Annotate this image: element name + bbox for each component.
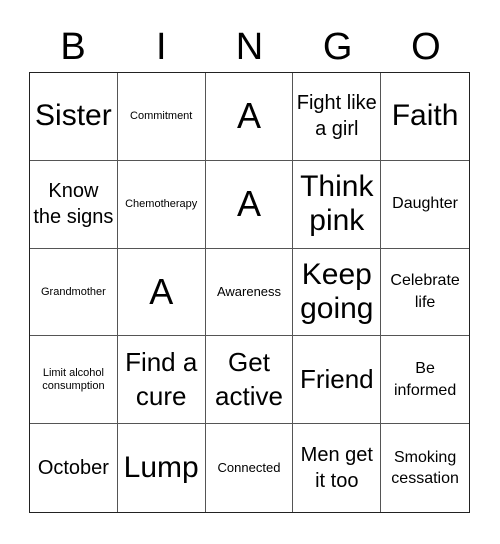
bingo-cell[interactable]: A xyxy=(205,73,294,161)
bingo-cell[interactable]: Faith xyxy=(381,73,469,161)
bingo-cell[interactable]: Connected xyxy=(206,424,294,512)
bingo-cell[interactable]: Friend xyxy=(293,336,382,425)
header-letter-g: G xyxy=(322,26,353,68)
bingo-cell-text: Connected xyxy=(217,459,281,475)
bingo-cell[interactable]: Celebrate life xyxy=(381,249,469,337)
bingo-card-grid: Sister Commitment A Fight like a girl Faith K… xyxy=(29,72,470,513)
bingo-cell-text: Daughter xyxy=(392,195,458,213)
bingo-cell-text: Be informed xyxy=(393,360,457,399)
bingo-cell-text: Chemotherapy xyxy=(125,197,198,210)
bingo-cell-text: Limit alcohol consumption xyxy=(42,367,105,392)
bingo-cell-text: Keep going xyxy=(300,258,374,325)
bingo-cell[interactable]: Awareness xyxy=(205,248,294,337)
bingo-cell-text: October xyxy=(37,457,109,480)
bingo-header: B I N G O xyxy=(29,22,470,72)
bingo-cell-text: Awareness xyxy=(216,283,282,299)
bingo-cell-text: Celebrate life xyxy=(390,272,460,311)
bingo-cell-text: Know the signs xyxy=(33,180,114,229)
bingo-cell[interactable]: Find a cure xyxy=(117,336,206,425)
bingo-cell[interactable]: Get active xyxy=(205,336,294,425)
bingo-cell[interactable]: Fight like a girl xyxy=(293,73,382,161)
bingo-cell[interactable]: Sister xyxy=(30,73,118,161)
bingo-cell[interactable]: A xyxy=(205,160,294,249)
bingo-cell-text: Get active xyxy=(215,346,283,411)
header-letter-n: N xyxy=(235,26,264,68)
bingo-cell-text: Sister xyxy=(35,99,112,133)
bingo-cell-text: A xyxy=(236,182,261,224)
bingo-cell-text: Think pink xyxy=(300,170,374,238)
bingo-cell-text: Lump xyxy=(123,451,199,485)
bingo-cell-text: Smoking cessation xyxy=(391,448,459,488)
bingo-cell[interactable]: Think pink xyxy=(293,160,382,249)
bingo-cell[interactable]: A xyxy=(117,248,206,337)
header-letter-o: O xyxy=(411,26,441,68)
bingo-cell-text: Friend xyxy=(299,363,374,394)
bingo-cell[interactable]: Lump xyxy=(118,424,206,512)
bingo-cell[interactable]: Men get it too xyxy=(293,424,382,512)
bingo-cell[interactable]: Chemotherapy xyxy=(117,160,206,249)
bingo-cell[interactable]: Grandmother xyxy=(30,248,118,337)
bingo-cell[interactable]: Be informed xyxy=(381,336,469,425)
bingo-cell[interactable]: Commitment xyxy=(117,73,206,161)
bingo-cell[interactable]: October xyxy=(30,424,118,512)
header-letter-i: I xyxy=(156,26,167,68)
bingo-cell-text: Men get it too xyxy=(300,444,373,493)
bingo-cell-text: Faith xyxy=(391,99,459,133)
bingo-cell-text: Grandmother xyxy=(40,285,106,298)
bingo-cell[interactable]: Daughter xyxy=(381,161,469,249)
bingo-cell[interactable]: Know the signs xyxy=(30,160,118,249)
bingo-cell-text: Find a cure xyxy=(125,346,198,411)
bingo-cell[interactable]: Limit alcohol consumption xyxy=(30,336,118,425)
bingo-cell-text: Commitment xyxy=(130,110,193,123)
header-letter-b: B xyxy=(60,26,86,68)
bingo-cell-text: A xyxy=(236,95,261,137)
bingo-cell[interactable]: Keep going xyxy=(293,248,382,337)
bingo-cell-text: A xyxy=(149,270,174,312)
bingo-cell[interactable]: Smoking cessation xyxy=(381,424,469,512)
bingo-cell-text: Fight like a girl xyxy=(296,92,377,141)
